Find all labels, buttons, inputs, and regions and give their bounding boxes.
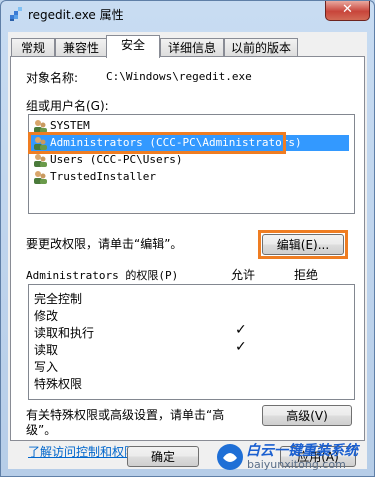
change-permissions-text: 要更改权限，请单击“编辑”。 xyxy=(26,237,183,251)
permission-row: 完全控制 xyxy=(34,292,83,306)
security-panel: 对象名称: C:\Windows\regedit.exe 组或用户名(G): S… xyxy=(10,56,365,459)
allow-check: ✓ xyxy=(235,322,247,338)
permissions-header: Administrators 的权限(P) xyxy=(26,269,179,282)
list-item[interactable]: Users (CCC-PC\Users) xyxy=(31,152,349,168)
advanced-text-line2: 级”。 xyxy=(26,423,57,437)
permission-row: 写入 xyxy=(34,360,59,374)
permissions-list: 完全控制 修改 读取和执行 ✓ 读取 ✓ 写入 特殊权限 xyxy=(28,284,355,400)
list-item[interactable]: TrustedInstaller xyxy=(31,169,349,185)
user-list[interactable]: SYSTEM Administrators (CCC-PC\Administra… xyxy=(28,114,355,214)
tab-details[interactable]: 详细信息 xyxy=(160,38,224,57)
watermark-logo-icon xyxy=(217,444,243,470)
groups-label: 组或用户名(G): xyxy=(26,99,109,113)
permission-row: 特殊权限 xyxy=(34,377,83,391)
allow-header: 允许 xyxy=(231,268,256,282)
tab-security[interactable]: 安全 xyxy=(106,35,160,58)
window-title: regedit.exe 属性 xyxy=(28,8,124,22)
tab-strip: 常规 兼容性 安全 详细信息 以前的版本 xyxy=(8,35,367,58)
permission-row: 读取 ✓ xyxy=(34,339,247,357)
selected-user-highlight xyxy=(28,132,286,154)
properties-window: regedit.exe 属性 ✕ 常规 兼容性 安全 详细信息 以前的版本 对象… xyxy=(0,0,375,477)
tab-general[interactable]: 常规 xyxy=(11,38,55,57)
dialog-client: 常规 兼容性 安全 详细信息 以前的版本 对象名称: C:\Windows\re… xyxy=(8,32,367,469)
title-bar[interactable]: regedit.exe 属性 ✕ xyxy=(1,1,374,28)
close-button[interactable]: ✕ xyxy=(325,1,370,21)
object-name-value: C:\Windows\regedit.exe xyxy=(106,70,252,83)
ok-button[interactable]: 确定 xyxy=(127,446,199,467)
deny-header: 拒绝 xyxy=(294,268,319,282)
permission-row: 读取和执行 ✓ xyxy=(34,322,247,340)
permission-row: 修改 xyxy=(34,309,59,323)
learn-access-control-link[interactable]: 了解访问控制和权限 xyxy=(28,443,136,460)
tab-previous-versions[interactable]: 以前的版本 xyxy=(224,38,298,57)
object-name-label: 对象名称: xyxy=(26,71,79,85)
edit-button-highlight xyxy=(258,230,348,259)
watermark-url: baiyunxitong.com xyxy=(247,458,346,471)
advanced-button[interactable]: 高级(V) xyxy=(262,405,352,426)
allow-check: ✓ xyxy=(235,339,247,355)
watermark-text: 白云一键重装系统 xyxy=(246,443,358,459)
user-group-icon xyxy=(34,171,47,184)
user-group-icon xyxy=(34,154,47,167)
regedit-app-icon xyxy=(10,7,22,21)
tab-compatibility[interactable]: 兼容性 xyxy=(55,38,107,57)
watermark: 白云一键重装系统 baiyunxitong.com xyxy=(213,440,373,476)
